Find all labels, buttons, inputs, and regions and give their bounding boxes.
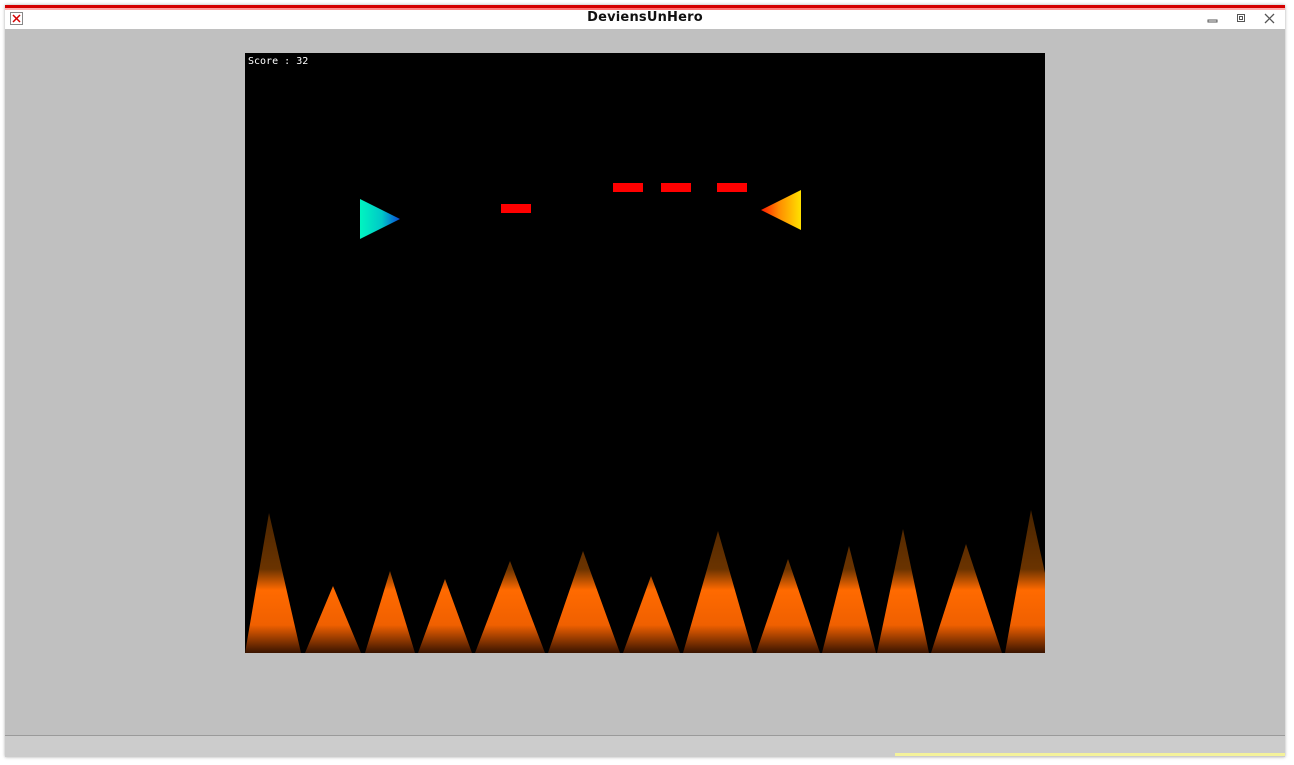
window-title: DeviensUnHero — [587, 10, 703, 25]
spike — [475, 561, 545, 653]
status-indicator — [895, 753, 1285, 756]
game-canvas[interactable]: Score : 32 — [245, 53, 1045, 653]
title-bar[interactable]: DeviensUnHero — [5, 5, 1285, 29]
lava-spikes — [245, 510, 1045, 653]
spike — [305, 586, 361, 653]
spike — [623, 576, 680, 653]
spike — [418, 579, 472, 653]
spike — [877, 529, 929, 653]
spike — [1005, 510, 1045, 653]
spike — [245, 513, 301, 653]
maximize-icon[interactable] — [1235, 12, 1248, 25]
spike — [931, 544, 1002, 653]
spike — [756, 559, 820, 653]
spike — [822, 546, 876, 653]
close-icon[interactable] — [1263, 12, 1276, 25]
spike — [365, 571, 415, 653]
app-window: DeviensUnHero Score : 32 — [5, 5, 1285, 757]
minimize-icon[interactable] — [1206, 12, 1219, 25]
spike — [548, 551, 620, 653]
spike — [683, 531, 753, 653]
status-bar — [5, 735, 1285, 757]
